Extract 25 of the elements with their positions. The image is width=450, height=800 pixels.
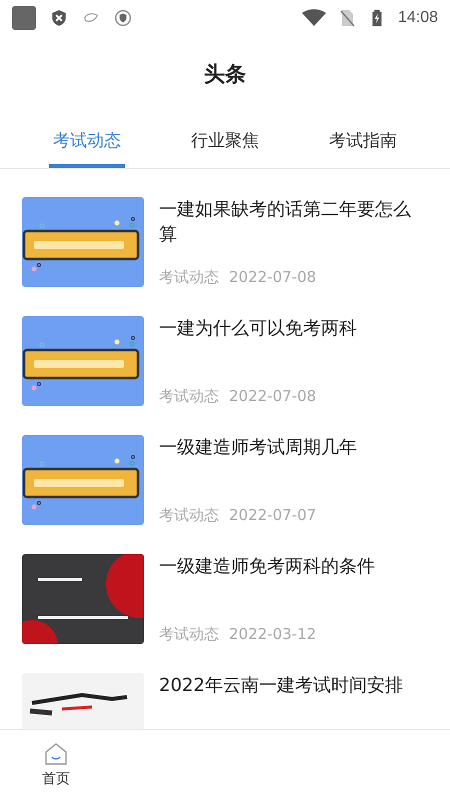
- page-title: 头条: [204, 61, 246, 88]
- tab[interactable]: 行业聚焦: [187, 112, 263, 168]
- article-date: 2022-07-07: [229, 506, 316, 525]
- wifi-icon: [302, 9, 326, 27]
- article-date: 2022-07-08: [229, 268, 316, 287]
- tab[interactable]: 考试指南: [325, 112, 401, 168]
- article-title[interactable]: 一建为什么可以免考两科: [159, 316, 428, 341]
- article-date: 2022-07-08: [229, 387, 316, 406]
- home-icon: [44, 742, 68, 766]
- article-title[interactable]: 一级建造师考试周期几年: [159, 435, 428, 460]
- app-icon: [12, 6, 36, 30]
- no-sim-icon: [338, 9, 356, 27]
- article-title[interactable]: 2022年云南一建考试时间安排: [159, 673, 428, 698]
- article-category: 考试动态: [159, 268, 219, 287]
- article-date: 2022-03-12: [229, 625, 316, 644]
- article-title[interactable]: 一级建造师免考两科的条件: [159, 554, 428, 579]
- shield-icon: [50, 9, 68, 27]
- nav-home-tab[interactable]: 首页: [0, 730, 112, 800]
- tab[interactable]: 考试动态: [49, 112, 125, 168]
- shield-badge-icon: [114, 9, 132, 27]
- clock-time: 14:08: [398, 9, 438, 27]
- article-category: 考试动态: [159, 387, 219, 406]
- article-category: 考试动态: [159, 506, 219, 525]
- article-category: 考试动态: [159, 625, 219, 644]
- article-title[interactable]: 一建如果缺考的话第二年要怎么算: [159, 197, 428, 247]
